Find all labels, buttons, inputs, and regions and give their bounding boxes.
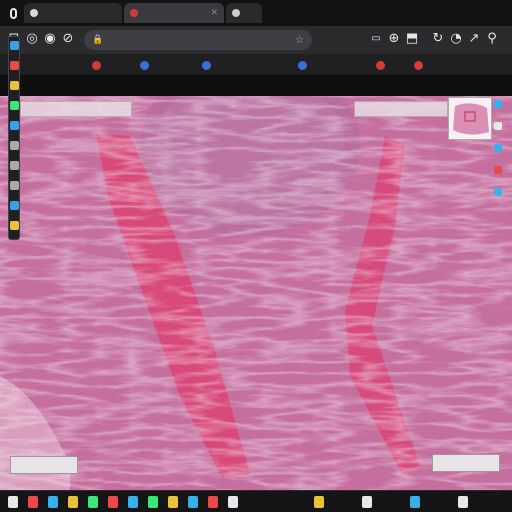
annotation-tool-button[interactable] bbox=[10, 221, 19, 230]
bookmark-item[interactable] bbox=[414, 58, 427, 72]
viewer-title bbox=[200, 80, 316, 92]
taskbar-app-icon[interactable] bbox=[8, 496, 18, 508]
bookmark-star-icon[interactable]: ☆ bbox=[295, 35, 304, 46]
taskbar-app-icon[interactable] bbox=[188, 496, 198, 508]
bookmark-favicon-icon bbox=[414, 60, 423, 70]
navigation-tool-button[interactable] bbox=[494, 122, 502, 130]
taskbar-tray-icon[interactable] bbox=[314, 496, 324, 508]
overview-thumbnail[interactable] bbox=[448, 97, 492, 140]
annotation-tool-button[interactable] bbox=[10, 201, 19, 210]
taskbar-app-icon[interactable] bbox=[228, 496, 238, 508]
annotation-tool-button[interactable] bbox=[10, 161, 19, 170]
refresh-icon[interactable]: ↻ bbox=[430, 31, 446, 47]
taskbar-app-icon[interactable] bbox=[208, 496, 218, 508]
bookmark-item[interactable] bbox=[202, 58, 215, 72]
lock-icon: 🔒 bbox=[92, 35, 104, 45]
tab-favicon-icon bbox=[232, 9, 240, 17]
slide-label-right bbox=[354, 101, 448, 117]
tab-favicon-icon bbox=[30, 9, 38, 17]
tab-2[interactable]: ✕ bbox=[124, 3, 224, 23]
scale-bar-right bbox=[432, 454, 500, 472]
annotation-tool-button[interactable] bbox=[10, 101, 19, 110]
histology-slide-canvas[interactable] bbox=[0, 96, 512, 490]
tab-strip: ✕ bbox=[0, 0, 512, 26]
taskbar-app-icon[interactable] bbox=[148, 496, 158, 508]
annotation-tool-button[interactable] bbox=[10, 41, 19, 50]
bookmark-item[interactable] bbox=[92, 58, 105, 72]
taskbar-app-icon[interactable] bbox=[28, 496, 38, 508]
bookmark-favicon-icon bbox=[298, 60, 307, 70]
annotation-tool-button[interactable] bbox=[10, 121, 19, 130]
navigation-tool-button[interactable] bbox=[494, 166, 502, 174]
taskbar-app-icon[interactable] bbox=[108, 496, 118, 508]
annotation-toolbar bbox=[8, 36, 20, 240]
extension-icon[interactable]: ▭ bbox=[368, 31, 384, 47]
taskbar-tray-icon[interactable] bbox=[410, 496, 420, 508]
home-icon[interactable]: ⊘ bbox=[60, 31, 76, 47]
profile-icon[interactable]: ◔ bbox=[448, 31, 464, 47]
taskbar-app-icon[interactable] bbox=[168, 496, 178, 508]
bookmark-item[interactable] bbox=[376, 58, 389, 72]
taskbar bbox=[0, 490, 512, 512]
browser-toolbar: ⊟ ◎ ◉ ⊘ 🔒 ☆ ▭ ⊕ ⬒ ↻ ◔ ↗ ⚲ bbox=[0, 26, 512, 54]
forward-icon[interactable]: ◎ bbox=[24, 31, 40, 47]
slide-label-left bbox=[20, 101, 132, 117]
tab-3[interactable] bbox=[226, 3, 262, 23]
pin-icon[interactable]: ⚲ bbox=[484, 31, 500, 47]
close-tab-icon[interactable]: ✕ bbox=[206, 8, 218, 18]
share-icon[interactable]: ↗ bbox=[466, 31, 482, 47]
bookmark-favicon-icon bbox=[140, 60, 149, 70]
tab-favicon-icon bbox=[130, 9, 138, 17]
annotation-tool-button[interactable] bbox=[10, 141, 19, 150]
annotation-tool-button[interactable] bbox=[10, 61, 19, 70]
scale-bar-left bbox=[10, 456, 78, 474]
app-logo-icon bbox=[9, 7, 17, 19]
download-icon[interactable]: ⬒ bbox=[404, 31, 420, 47]
taskbar-app-icon[interactable] bbox=[48, 496, 58, 508]
navigation-tool-button[interactable] bbox=[494, 188, 502, 196]
navigation-toolbar bbox=[494, 100, 503, 210]
tab-1[interactable] bbox=[24, 3, 122, 23]
taskbar-app-icon[interactable] bbox=[68, 496, 78, 508]
puzzle-icon[interactable]: ⊕ bbox=[386, 31, 402, 47]
address-bar[interactable]: 🔒 ☆ bbox=[84, 30, 312, 50]
taskbar-app-icon[interactable] bbox=[88, 496, 98, 508]
browser-menu-button[interactable] bbox=[6, 3, 20, 23]
viewer-header bbox=[0, 76, 512, 96]
taskbar-tray-icon[interactable] bbox=[362, 496, 372, 508]
taskbar-app-icon[interactable] bbox=[128, 496, 138, 508]
bookmark-favicon-icon bbox=[376, 60, 385, 70]
bookmarks-bar bbox=[0, 54, 512, 76]
overview-image bbox=[449, 98, 491, 139]
annotation-tool-button[interactable] bbox=[10, 181, 19, 190]
taskbar-tray-icon[interactable] bbox=[458, 496, 468, 508]
navigation-tool-button[interactable] bbox=[494, 100, 502, 108]
annotation-tool-button[interactable] bbox=[10, 81, 19, 90]
bookmark-favicon-icon bbox=[202, 60, 211, 70]
bookmark-favicon-icon bbox=[92, 60, 101, 70]
bookmark-item[interactable] bbox=[298, 58, 311, 72]
navigation-tool-button[interactable] bbox=[494, 144, 502, 152]
reload-icon[interactable]: ◉ bbox=[42, 31, 58, 47]
bookmark-item[interactable] bbox=[140, 58, 153, 72]
tissue-image bbox=[0, 96, 512, 490]
